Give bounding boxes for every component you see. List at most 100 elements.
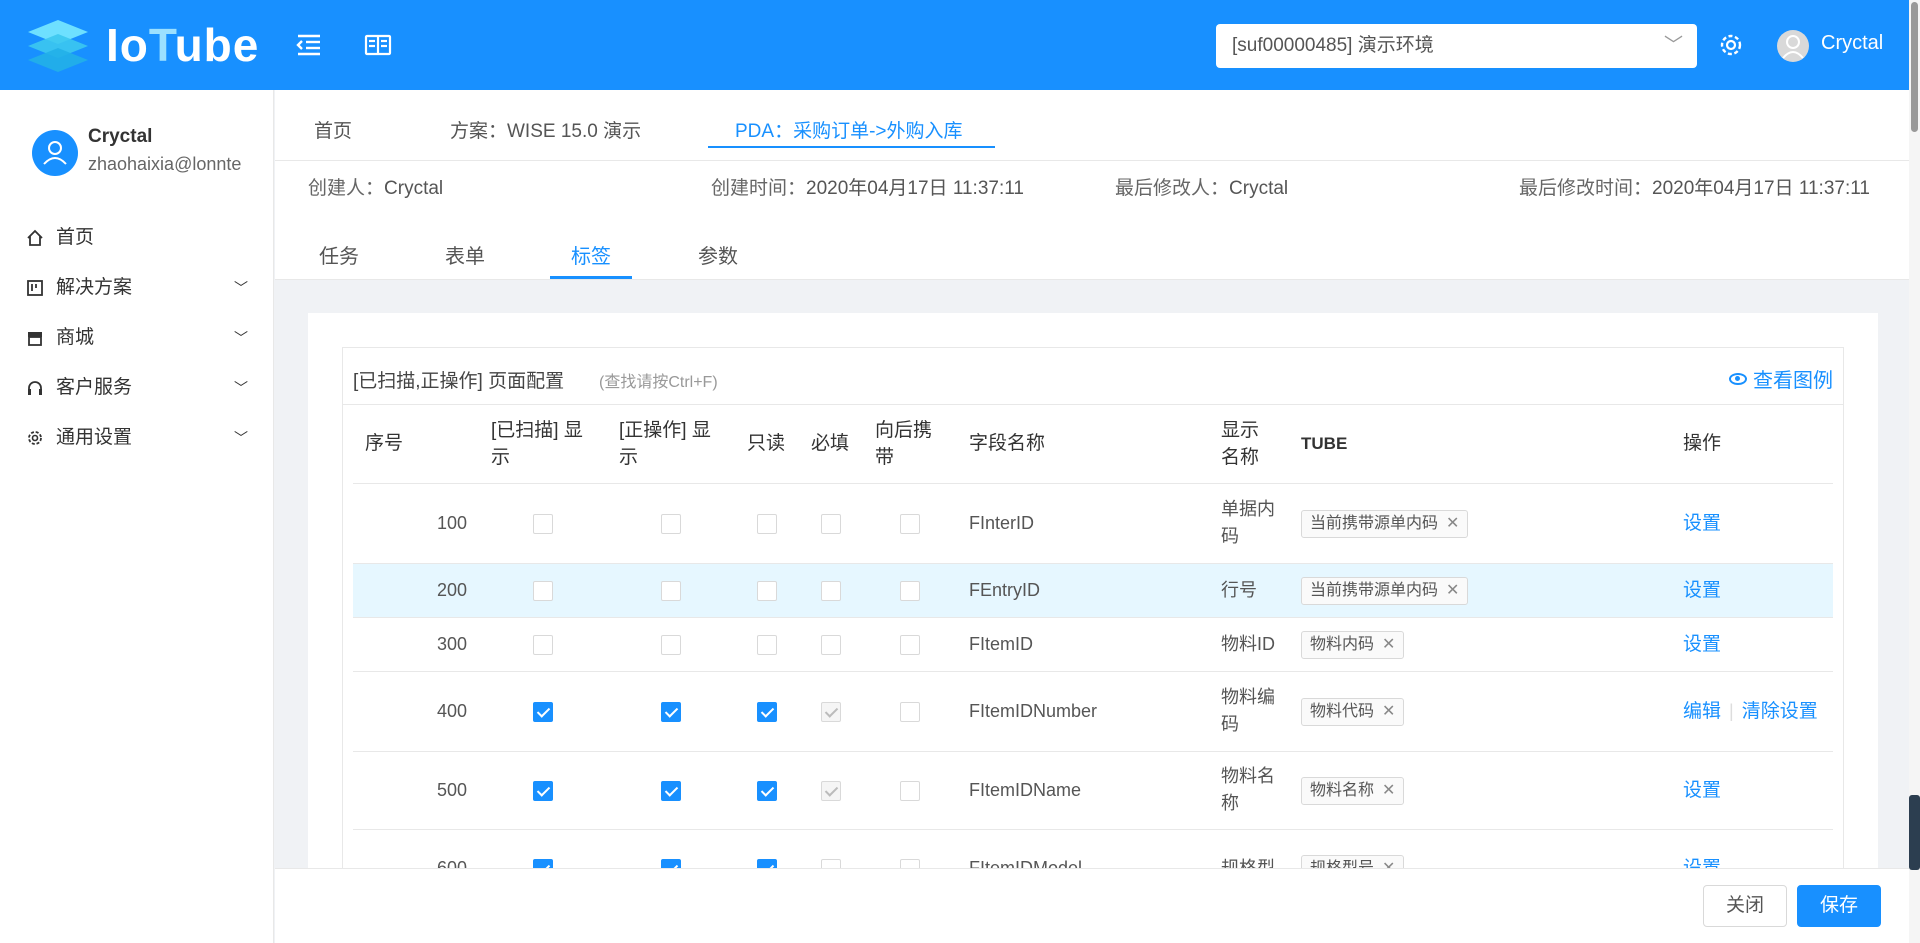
collapse-menu-icon[interactable] bbox=[294, 30, 324, 60]
user-avatar[interactable] bbox=[1777, 30, 1809, 62]
chevron-down-icon: ﹀ bbox=[234, 380, 248, 396]
config-panel: [已扫描,正操作] 页面配置 (查找请按Ctrl+F) 查看图例 序号 [已扫描… bbox=[342, 347, 1844, 943]
row-field-name: FEntryID bbox=[957, 563, 1209, 618]
sidebar-item-solutions[interactable]: 解决方案 ﹀ bbox=[0, 263, 274, 313]
save-button[interactable]: 保存 bbox=[1797, 885, 1881, 927]
close-icon[interactable]: ✕ bbox=[1382, 782, 1395, 799]
scanned-show-checkbox[interactable] bbox=[533, 513, 553, 534]
divider bbox=[275, 160, 1909, 161]
sidebar-item-shop[interactable]: 商城 ﹀ bbox=[0, 313, 274, 363]
sidebar-user-email: zhaohaixia@lonnte bbox=[88, 154, 242, 174]
breadcrumb-home[interactable]: 首页 bbox=[314, 116, 352, 143]
brand-name: IoTube bbox=[106, 19, 260, 71]
row-seq: 100 bbox=[353, 483, 479, 564]
breadcrumb-current[interactable]: PDA：采购订单->外购入库 bbox=[735, 116, 963, 143]
sidebar-item-general-settings[interactable]: 通用设置 ﹀ bbox=[0, 413, 274, 463]
required-checkbox[interactable] bbox=[821, 580, 841, 601]
breadcrumb-plan[interactable]: 方案：WISE 15.0 演示 bbox=[450, 116, 641, 143]
operating-show-checkbox[interactable] bbox=[661, 701, 681, 722]
sidebar-item-home[interactable]: 首页 bbox=[0, 213, 274, 263]
operating-show-checkbox[interactable] bbox=[661, 634, 681, 655]
carry-forward-checkbox[interactable] bbox=[900, 580, 920, 601]
settings-link[interactable]: 设置 bbox=[1683, 580, 1721, 601]
tab-label[interactable]: 标签 bbox=[571, 240, 611, 269]
row-field-name: FItemIDName bbox=[957, 751, 1209, 830]
headset-icon bbox=[28, 381, 42, 395]
operating-show-checkbox[interactable] bbox=[661, 513, 681, 534]
col-header-required: 必填 bbox=[799, 405, 863, 484]
row-seq: 400 bbox=[353, 671, 479, 752]
row-display-name: 物料名称 bbox=[1209, 751, 1289, 830]
solution-icon bbox=[27, 280, 43, 296]
scanned-show-checkbox[interactable] bbox=[533, 701, 553, 722]
tab-form[interactable]: 表单 bbox=[445, 240, 485, 269]
carry-forward-checkbox[interactable] bbox=[900, 634, 920, 655]
row-field-name: FInterID bbox=[957, 483, 1209, 564]
required-checkbox[interactable] bbox=[821, 634, 841, 655]
book-icon[interactable] bbox=[363, 30, 393, 60]
required-checkbox bbox=[821, 780, 841, 801]
chevron-down-icon: ﹀ bbox=[234, 430, 248, 446]
panel-hint: (查找请按Ctrl+F) bbox=[599, 374, 718, 391]
user-name[interactable]: Cryctal bbox=[1821, 32, 1883, 55]
col-header-readonly: 只读 bbox=[735, 405, 799, 484]
readonly-checkbox[interactable] bbox=[757, 780, 777, 801]
readonly-checkbox[interactable] bbox=[757, 701, 777, 722]
col-header-action: 操作 bbox=[1671, 405, 1833, 484]
required-checkbox[interactable] bbox=[821, 513, 841, 534]
row-display-name: 单据内码 bbox=[1209, 483, 1289, 564]
main-card: [已扫描,正操作] 页面配置 (查找请按Ctrl+F) 查看图例 序号 [已扫描… bbox=[308, 313, 1878, 943]
scanned-show-checkbox[interactable] bbox=[533, 780, 553, 801]
tube-tag: 当前携带源单内码 ✕ bbox=[1301, 576, 1469, 605]
breadcrumb-active-underline bbox=[708, 146, 995, 148]
row-display-name: 物料编码 bbox=[1209, 671, 1289, 752]
sidebar-item-customer-service[interactable]: 客户服务 ﹀ bbox=[0, 363, 274, 413]
settings-gear-icon[interactable] bbox=[1716, 30, 1746, 60]
close-button[interactable]: 关闭 bbox=[1703, 885, 1787, 927]
readonly-checkbox[interactable] bbox=[757, 580, 777, 601]
close-icon[interactable]: ✕ bbox=[1446, 582, 1459, 599]
settings-link[interactable]: 设置 bbox=[1683, 780, 1721, 801]
scanned-show-checkbox[interactable] bbox=[533, 580, 553, 601]
row-seq: 200 bbox=[353, 563, 479, 618]
clear-settings-link[interactable]: 清除设置 bbox=[1742, 701, 1818, 722]
sidebar: Cryctal zhaohaixia@lonnte 首页 解决方案 ﹀ 商城 ﹀… bbox=[0, 90, 274, 943]
col-header-seq: 序号 bbox=[353, 405, 479, 484]
tab-params[interactable]: 参数 bbox=[698, 240, 738, 269]
readonly-checkbox[interactable] bbox=[757, 634, 777, 655]
settings-link[interactable]: 设置 bbox=[1683, 634, 1721, 655]
chevron-down-icon: ﹀ bbox=[234, 280, 248, 296]
row-display-name: 物料ID bbox=[1209, 617, 1289, 672]
readonly-checkbox[interactable] bbox=[757, 513, 777, 534]
table-row: 300 FItemID 物料ID 物料内码 ✕ 设置 bbox=[353, 617, 1833, 672]
edit-link[interactable]: 编辑 bbox=[1683, 701, 1721, 722]
row-display-name: 行号 bbox=[1209, 563, 1289, 618]
close-icon[interactable]: ✕ bbox=[1382, 703, 1395, 720]
close-icon[interactable]: ✕ bbox=[1446, 515, 1459, 532]
table-row: 100 FInterID 单据内码 当前携带源单内码 ✕ 设置 bbox=[353, 483, 1833, 564]
sidebar-user-name: Cryctal bbox=[88, 126, 153, 147]
settings-link[interactable]: 设置 bbox=[1683, 513, 1721, 534]
side-widget[interactable] bbox=[1909, 795, 1920, 870]
operating-show-checkbox[interactable] bbox=[661, 580, 681, 601]
col-header-operating-show: [正操作] 显示 bbox=[607, 405, 735, 484]
tube-tag: 物料内码 ✕ bbox=[1301, 630, 1405, 659]
panel-title: [已扫描,正操作] 页面配置 bbox=[353, 371, 565, 392]
carry-forward-checkbox[interactable] bbox=[900, 513, 920, 534]
scrollbar-thumb[interactable] bbox=[1911, 2, 1918, 132]
carry-forward-checkbox[interactable] bbox=[900, 701, 920, 722]
tab-task[interactable]: 任务 bbox=[319, 240, 359, 269]
vertical-scrollbar[interactable] bbox=[1909, 0, 1920, 943]
environment-select[interactable]: [suf00000485] 演示环境 ﹀ bbox=[1216, 24, 1697, 68]
creator-info: 创建人：Cryctal bbox=[308, 178, 444, 199]
footer-bar: 关闭 保存 bbox=[275, 868, 1909, 943]
carry-forward-checkbox[interactable] bbox=[900, 780, 920, 801]
top-header: IoTube [suf00000485] 演示环境 ﹀ Cryctal bbox=[0, 0, 1920, 90]
scanned-show-checkbox[interactable] bbox=[533, 634, 553, 655]
tube-tag: 物料代码 ✕ bbox=[1301, 697, 1405, 726]
operating-show-checkbox[interactable] bbox=[661, 780, 681, 801]
gear-icon bbox=[28, 431, 42, 445]
close-icon[interactable]: ✕ bbox=[1382, 636, 1395, 653]
row-seq: 500 bbox=[353, 751, 479, 830]
view-legend-link[interactable]: 查看图例 bbox=[1729, 364, 1833, 393]
